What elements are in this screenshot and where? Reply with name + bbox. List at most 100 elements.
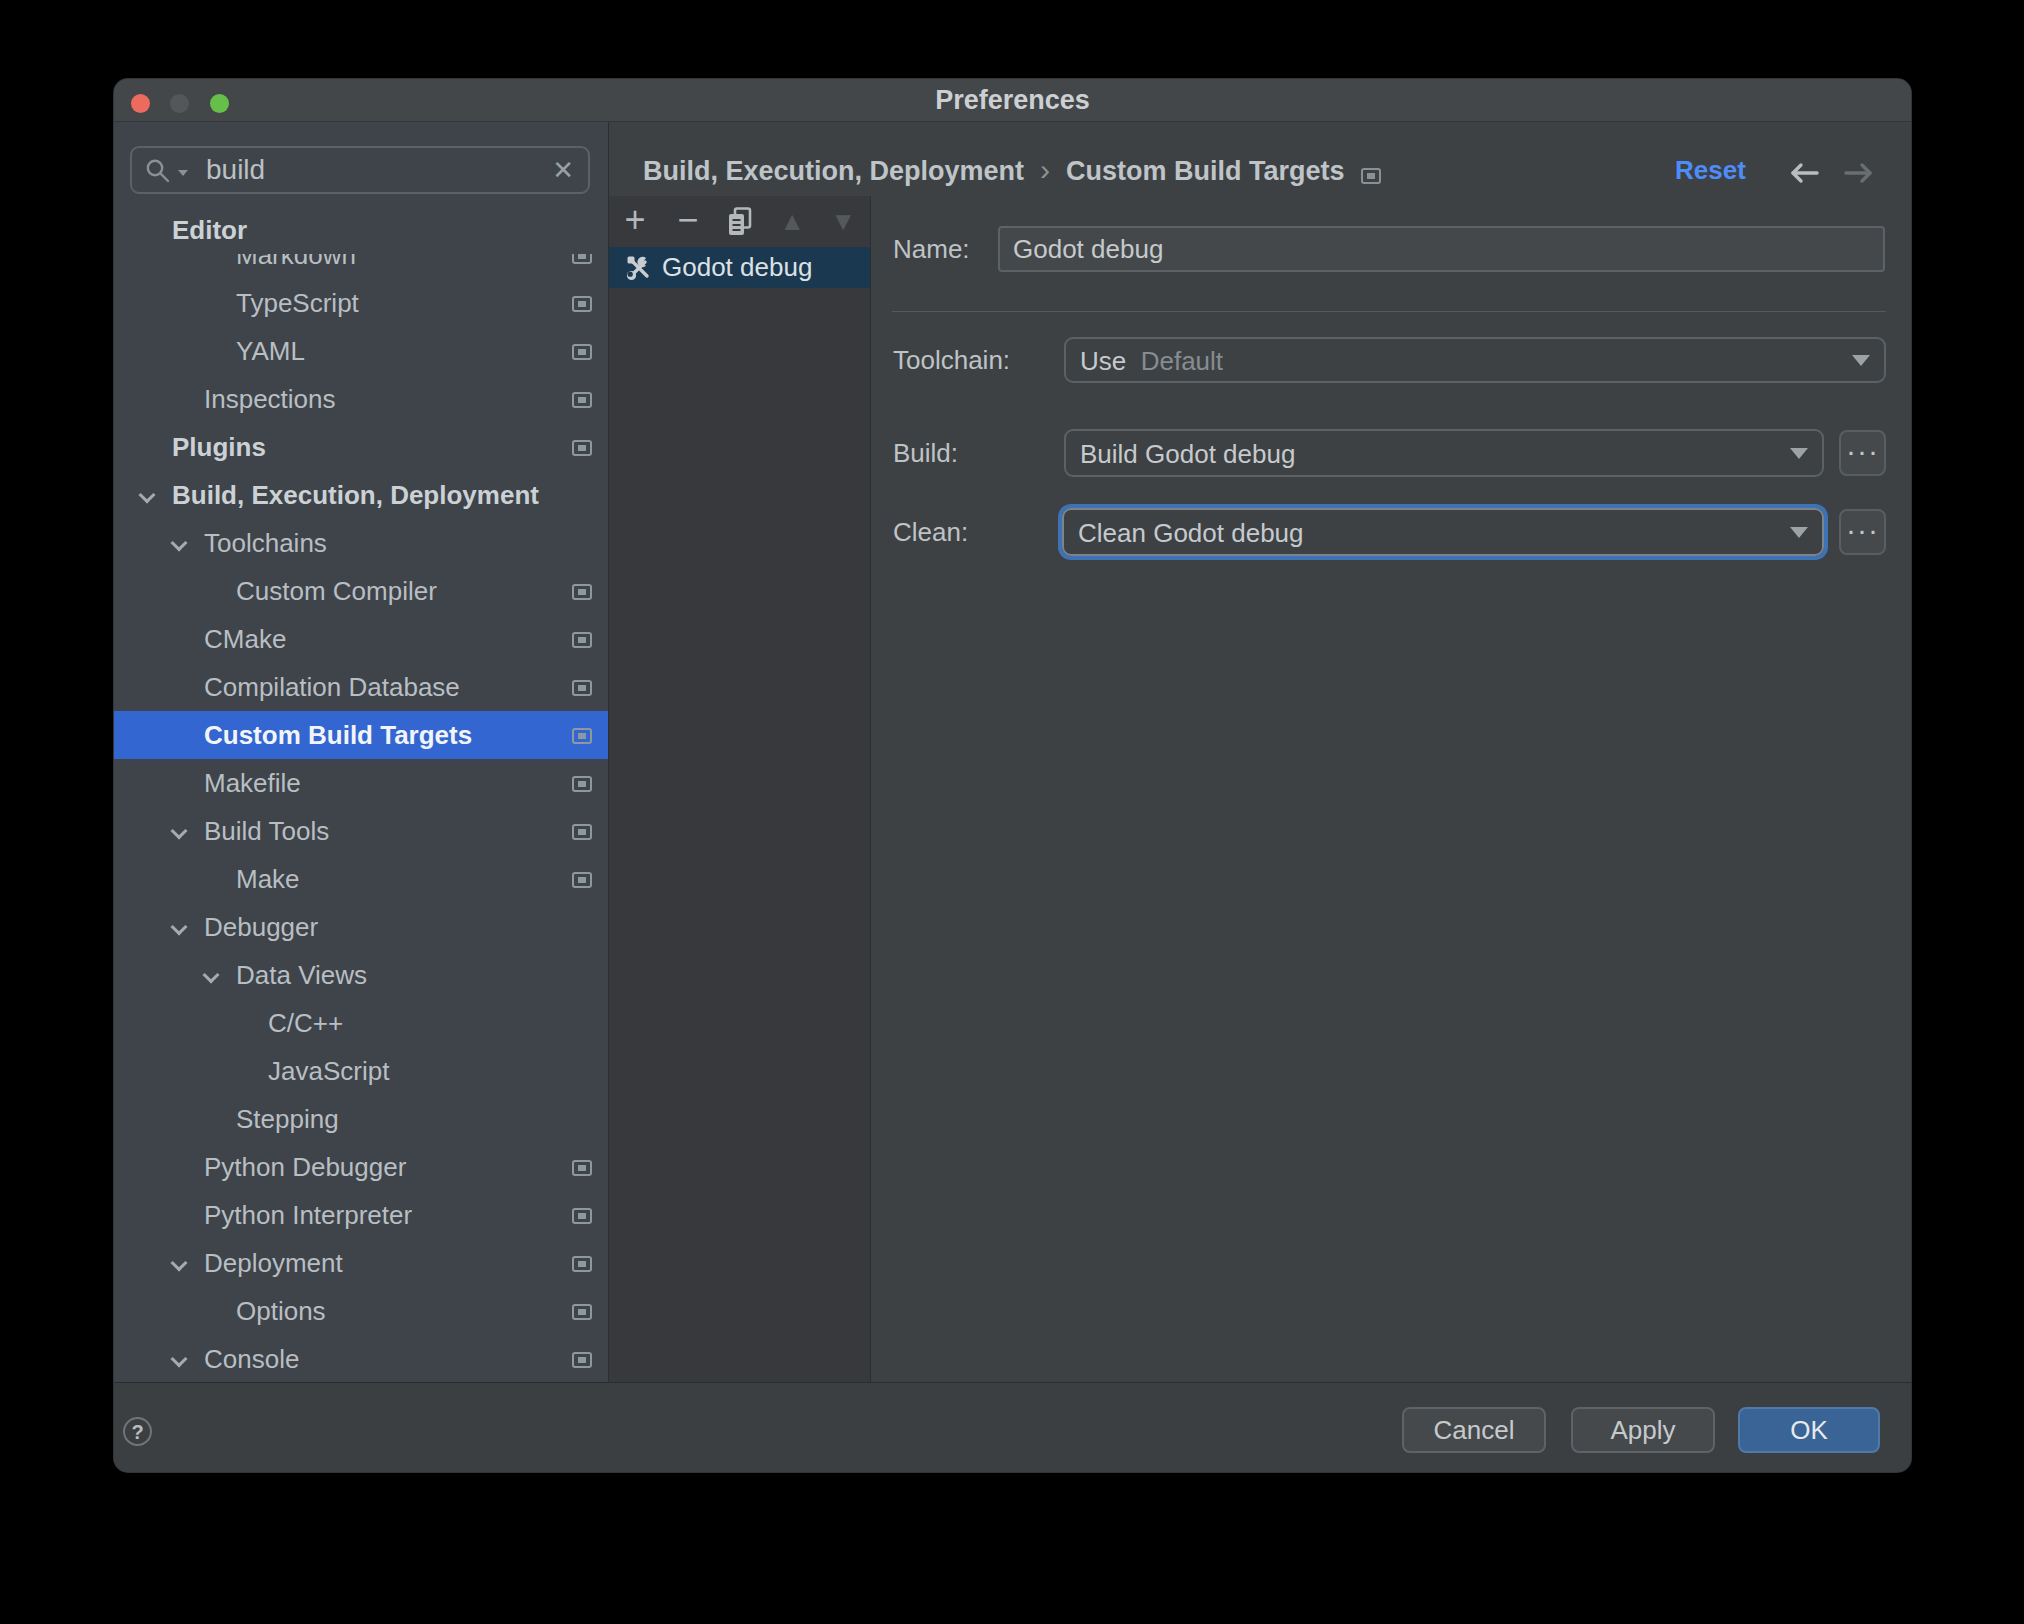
chevron-down-icon[interactable] (205, 969, 218, 982)
remove-target-button[interactable]: − (670, 196, 706, 247)
settings-match-icon (572, 680, 592, 696)
tree-item-label: Build Tools (204, 807, 329, 855)
dropdown-arrow-icon (1790, 448, 1808, 459)
copy-icon (727, 207, 753, 237)
move-up-button[interactable]: ▲ (774, 196, 810, 247)
titlebar[interactable]: Preferences (114, 79, 1911, 122)
forward-arrow-icon[interactable] (1843, 162, 1873, 184)
list-divider (870, 196, 871, 1382)
chevron-down-icon[interactable] (173, 1353, 186, 1366)
settings-match-icon (572, 344, 592, 360)
settings-match-icon (572, 1208, 592, 1224)
settings-match-icon (572, 1304, 592, 1320)
chevron-down-icon[interactable] (173, 537, 186, 550)
reset-link[interactable]: Reset (1675, 143, 1746, 197)
chevron-down-icon[interactable] (141, 489, 154, 502)
settings-match-icon (572, 296, 592, 312)
tree-item-data-views[interactable]: Data Views (114, 951, 608, 999)
tree-item-cmake[interactable]: CMake (114, 615, 608, 663)
tree-item-label: Make (236, 855, 300, 903)
tree-item-custom-compiler[interactable]: Custom Compiler (114, 567, 608, 615)
tree-item-custom-build-targets[interactable]: Custom Build Targets (114, 711, 608, 759)
settings-tree: MarkdownTypeScriptYAMLInspectionsPlugins… (114, 231, 608, 1382)
settings-match-icon (572, 776, 592, 792)
build-browse-button[interactable]: ··· (1839, 430, 1886, 476)
tree-item-build-execution-deployment[interactable]: Build, Execution, Deployment (114, 471, 608, 519)
chevron-down-icon[interactable] (173, 921, 186, 934)
tree-item-label: Debugger (204, 903, 318, 951)
tree-item-build-tools[interactable]: Build Tools (114, 807, 608, 855)
clean-label: Clean: (893, 508, 968, 556)
tree-item-plugins[interactable]: Plugins (114, 423, 608, 471)
tree-item-deployment[interactable]: Deployment (114, 1239, 608, 1287)
name-value: Godot debug (1013, 228, 1163, 270)
tree-item-label: Deployment (204, 1239, 343, 1287)
settings-match-icon (572, 632, 592, 648)
tree-item-debugger[interactable]: Debugger (114, 903, 608, 951)
name-label: Name: (893, 226, 970, 272)
tree-item-console[interactable]: Console (114, 1335, 608, 1382)
breadcrumb-parent[interactable]: Build, Execution, Deployment (643, 156, 1024, 186)
tree-section-editor[interactable]: Editor (114, 210, 607, 254)
tree-item-typescript[interactable]: TypeScript (114, 279, 608, 327)
back-arrow-icon[interactable] (1790, 162, 1820, 184)
add-target-button[interactable]: + (617, 196, 653, 247)
chevron-down-icon[interactable] (173, 825, 186, 838)
tree-item-label: TypeScript (236, 279, 359, 327)
clean-browse-button[interactable]: ··· (1839, 509, 1886, 555)
tree-item-compilation-database[interactable]: Compilation Database (114, 663, 608, 711)
ok-button[interactable]: OK (1738, 1407, 1880, 1453)
clean-dropdown[interactable]: Clean Godot debug (1062, 508, 1824, 556)
dialog-footer: ? Cancel Apply OK (114, 1382, 1911, 1472)
tree-item-inspections[interactable]: Inspections (114, 375, 608, 423)
tree-item-label: Toolchains (204, 519, 327, 567)
tree-item-python-debugger[interactable]: Python Debugger (114, 1143, 608, 1191)
sidebar-divider (608, 122, 609, 1382)
apply-button[interactable]: Apply (1571, 1407, 1715, 1453)
tree-item-label: Custom Compiler (236, 567, 437, 615)
tree-item-javascript[interactable]: JavaScript (114, 1047, 608, 1095)
tree-item-c-c[interactable]: C/C++ (114, 999, 608, 1047)
tree-item-label: Options (236, 1287, 326, 1335)
build-target-icon (624, 253, 654, 283)
copy-target-button[interactable] (722, 196, 758, 247)
chevron-down-icon[interactable] (173, 1257, 186, 1270)
settings-match-icon (572, 392, 592, 408)
tree-item-label: YAML (236, 327, 305, 375)
tree-item-python-interpreter[interactable]: Python Interpreter (114, 1191, 608, 1239)
tree-item-label: Custom Build Targets (204, 711, 472, 759)
form-separator (892, 311, 1886, 312)
dropdown-arrow-icon (1852, 355, 1870, 366)
target-list-item[interactable]: Godot debug (609, 247, 870, 288)
tree-item-label: Makefile (204, 759, 301, 807)
toolchain-dropdown[interactable]: Use Default (1064, 337, 1886, 383)
move-down-button[interactable]: ▼ (825, 196, 861, 247)
clear-search-icon[interactable]: ✕ (552, 148, 574, 192)
settings-match-icon (572, 440, 592, 456)
name-input[interactable]: Godot debug (998, 226, 1885, 272)
tree-item-yaml[interactable]: YAML (114, 327, 608, 375)
targets-list-panel (609, 196, 870, 1382)
breadcrumb-separator: › (1024, 153, 1066, 186)
tree-item-stepping[interactable]: Stepping (114, 1095, 608, 1143)
settings-match-icon (572, 1160, 592, 1176)
settings-match-icon (572, 728, 592, 744)
tree-item-label: Python Debugger (204, 1143, 406, 1191)
tree-item-label: Python Interpreter (204, 1191, 412, 1239)
tree-item-label: CMake (204, 615, 286, 663)
breadcrumb: Build, Execution, Deployment›Custom Buil… (643, 143, 1381, 197)
tree-item-options[interactable]: Options (114, 1287, 608, 1335)
preferences-window: Preferences build ✕ MarkdownTypeScriptYA… (114, 79, 1911, 1472)
help-button[interactable]: ? (123, 1417, 152, 1446)
build-label: Build: (893, 429, 958, 477)
tree-item-toolchains[interactable]: Toolchains (114, 519, 608, 567)
cancel-button[interactable]: Cancel (1402, 1407, 1546, 1453)
search-options-chevron-icon[interactable] (178, 170, 188, 176)
tree-item-make[interactable]: Make (114, 855, 608, 903)
build-dropdown[interactable]: Build Godot debug (1064, 429, 1824, 477)
tree-item-makefile[interactable]: Makefile (114, 759, 608, 807)
settings-match-icon (572, 872, 592, 888)
tree-item-label: JavaScript (268, 1047, 389, 1095)
search-field[interactable]: build ✕ (130, 146, 590, 194)
search-input[interactable]: build (206, 148, 265, 192)
